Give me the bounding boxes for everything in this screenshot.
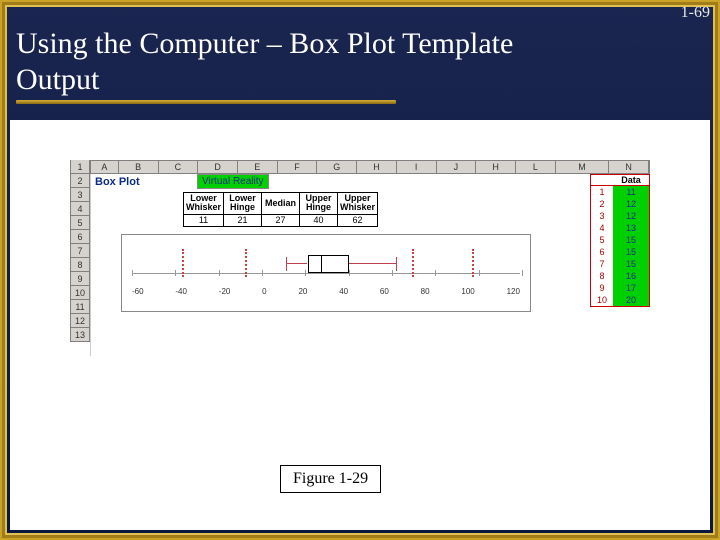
content-area: ABCDEFGHIJHLMN 12345678910111213 Box Plo… bbox=[10, 120, 710, 530]
list-item: 111 bbox=[591, 186, 649, 198]
figure-caption: Figure 1-29 bbox=[280, 465, 381, 493]
row-header: 6 bbox=[71, 230, 89, 244]
column-header: M bbox=[556, 161, 610, 173]
list-item: 515 bbox=[591, 234, 649, 246]
stats-header-cell: LowerWhisker bbox=[184, 193, 224, 215]
table-row: 1121274062 bbox=[184, 214, 378, 226]
fence-line bbox=[472, 249, 474, 277]
five-number-summary-table: LowerWhiskerLowerHingeMedianUpperHingeUp… bbox=[183, 192, 378, 227]
row-header: 3 bbox=[71, 188, 89, 202]
column-header: I bbox=[397, 161, 437, 173]
stats-header-cell: UpperHinge bbox=[300, 193, 338, 215]
column-header: L bbox=[516, 161, 556, 173]
table-row: LowerWhiskerLowerHingeMedianUpperHingeUp… bbox=[184, 193, 378, 215]
title-block: Using the Computer – Box Plot Template O… bbox=[16, 26, 600, 104]
fence-line bbox=[182, 249, 184, 277]
tick-label: 40 bbox=[339, 287, 348, 296]
column-header: A bbox=[91, 161, 119, 173]
data-column: Data 1112123124135156157158169171020 bbox=[590, 174, 650, 307]
stats-value-cell: 11 bbox=[184, 214, 224, 226]
x-axis-ticks: -60 -40 -20 0 20 40 60 80 100 120 bbox=[132, 287, 520, 296]
row-header: 12 bbox=[71, 314, 89, 328]
tick-label: 60 bbox=[380, 287, 389, 296]
title-underline bbox=[16, 100, 396, 104]
column-header: N bbox=[609, 161, 649, 173]
fence-line bbox=[245, 249, 247, 277]
row-header: 13 bbox=[71, 328, 89, 342]
row-header: 10 bbox=[71, 286, 89, 300]
stats-header-cell: UpperWhisker bbox=[338, 193, 378, 215]
column-header: E bbox=[238, 161, 278, 173]
boxplot-chart: -60 -40 -20 0 20 40 60 80 100 120 bbox=[121, 234, 531, 312]
list-item: 413 bbox=[591, 222, 649, 234]
row-header: 7 bbox=[71, 244, 89, 258]
row-headers: 12345678910111213 bbox=[70, 160, 90, 342]
tick-label: -60 bbox=[132, 287, 144, 296]
x-axis bbox=[132, 273, 520, 274]
data-rows: 1112123124135156157158169171020 bbox=[590, 186, 650, 307]
boxplot-title-cell: Box Plot bbox=[95, 176, 140, 188]
stats-value-cell: 21 bbox=[224, 214, 262, 226]
tick-label: 80 bbox=[421, 287, 430, 296]
column-header: H bbox=[357, 161, 397, 173]
series-name-cell: Virtual Reality bbox=[197, 174, 269, 189]
data-header: Data bbox=[590, 174, 650, 186]
stats-value-cell: 62 bbox=[338, 214, 378, 226]
data-index-header bbox=[591, 175, 613, 185]
list-item: 212 bbox=[591, 198, 649, 210]
row-header: 9 bbox=[71, 272, 89, 286]
list-item: 715 bbox=[591, 258, 649, 270]
box bbox=[308, 255, 349, 273]
stats-header-cell: LowerHinge bbox=[224, 193, 262, 215]
tick-label: 0 bbox=[262, 287, 266, 296]
sheet-body: Box Plot Virtual Reality LowerWhiskerLow… bbox=[90, 174, 650, 356]
list-item: 615 bbox=[591, 246, 649, 258]
tick-label: 20 bbox=[298, 287, 307, 296]
column-header: C bbox=[159, 161, 199, 173]
list-item: 312 bbox=[591, 210, 649, 222]
column-header: D bbox=[198, 161, 238, 173]
slide-title: Using the Computer – Box Plot Template O… bbox=[16, 26, 600, 98]
column-header: G bbox=[317, 161, 357, 173]
median-line bbox=[321, 255, 322, 273]
column-header: B bbox=[119, 161, 159, 173]
stats-value-cell: 40 bbox=[300, 214, 338, 226]
column-header: J bbox=[437, 161, 477, 173]
stats-header-cell: Median bbox=[262, 193, 300, 215]
column-headers: ABCDEFGHIJHLMN bbox=[90, 160, 650, 174]
row-header: 5 bbox=[71, 216, 89, 230]
list-item: 1020 bbox=[591, 294, 649, 306]
tick-label: 120 bbox=[507, 287, 520, 296]
spreadsheet: ABCDEFGHIJHLMN 12345678910111213 Box Plo… bbox=[90, 160, 650, 356]
tick-label: -40 bbox=[175, 287, 187, 296]
list-item: 917 bbox=[591, 282, 649, 294]
data-value-header: Data bbox=[613, 175, 649, 185]
row-header: 1 bbox=[71, 160, 89, 174]
row-header: 8 bbox=[71, 258, 89, 272]
page-number: 1-69 bbox=[681, 4, 710, 22]
list-item: 816 bbox=[591, 270, 649, 282]
stats-value-cell: 27 bbox=[262, 214, 300, 226]
row-header: 4 bbox=[71, 202, 89, 216]
column-header: H bbox=[476, 161, 516, 173]
row-header: 2 bbox=[71, 174, 89, 188]
fence-line bbox=[412, 249, 414, 277]
column-header: F bbox=[278, 161, 318, 173]
row-header: 11 bbox=[71, 300, 89, 314]
tick-label: -20 bbox=[219, 287, 231, 296]
tick-label: 100 bbox=[461, 287, 474, 296]
